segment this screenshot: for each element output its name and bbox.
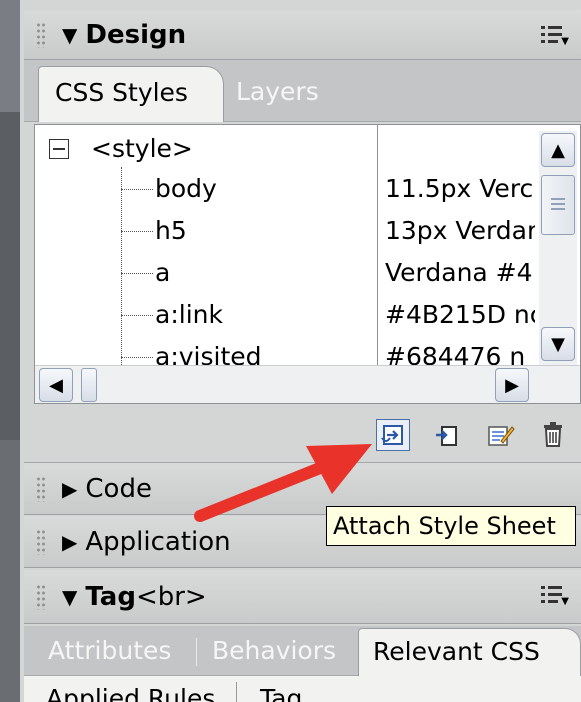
- annotation-arrow: [194, 444, 372, 522]
